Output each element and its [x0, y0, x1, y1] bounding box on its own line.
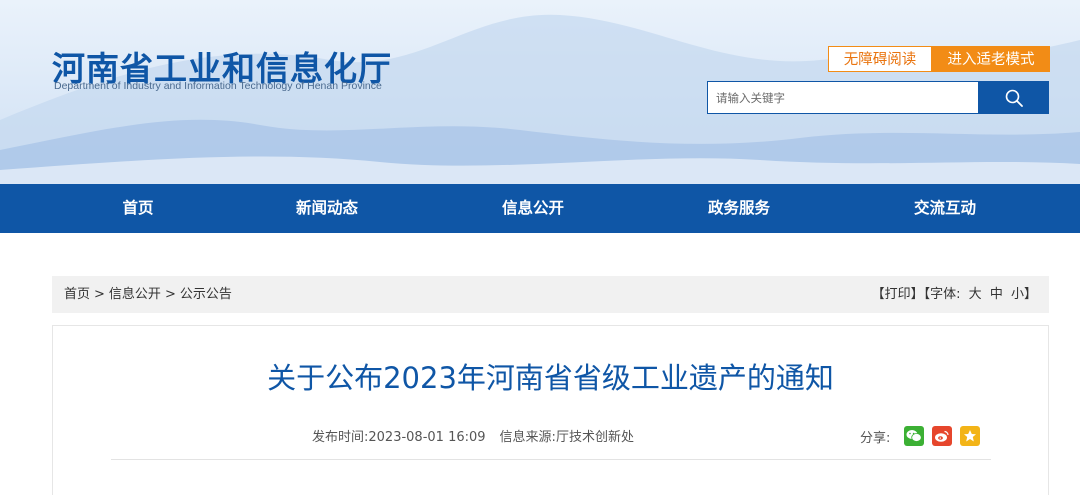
- source-label: 信息来源:: [499, 430, 556, 445]
- publish-time: 2023-08-01 16:09: [368, 430, 486, 445]
- font-small-button[interactable]: 小: [1011, 287, 1024, 302]
- site-subtitle: Department of Industry and Information T…: [54, 80, 382, 92]
- font-size-suffix: 】: [1023, 287, 1037, 302]
- star-icon: [964, 430, 977, 442]
- search-icon: [1005, 89, 1023, 107]
- breadcrumb-separator: >: [164, 287, 176, 302]
- nav-item-interaction[interactable]: 交流互动: [914, 184, 976, 233]
- article-title: 关于公布2023年河南省省级工业遗产的通知: [267, 361, 834, 395]
- nav-item-gov-services[interactable]: 政务服务: [708, 184, 770, 233]
- breadcrumb: 首页 > 信息公开 > 公示公告: [64, 276, 232, 313]
- nav-item-home[interactable]: 首页: [122, 184, 153, 233]
- wechat-icon: [906, 430, 923, 442]
- site-header: 河南省工业和信息化厅 Department of Industry and In…: [0, 0, 1080, 184]
- share-bar: 分享:: [860, 425, 981, 447]
- qzone-share-button[interactable]: [960, 426, 981, 446]
- source-value: 厅技术创新处: [555, 430, 634, 445]
- accessible-reading-button[interactable]: 无障碍阅读: [828, 46, 932, 72]
- font-large-button[interactable]: 大: [969, 287, 982, 302]
- weibo-icon: [935, 430, 949, 442]
- nav-item-info-disclosure[interactable]: 信息公开: [502, 184, 564, 233]
- search-button[interactable]: [978, 81, 1049, 114]
- breadcrumb-item-home[interactable]: 首页: [64, 287, 90, 302]
- breadcrumb-separator: >: [94, 287, 105, 302]
- share-label: 分享:: [860, 430, 891, 446]
- publish-time-label: 发布时间:: [312, 430, 369, 445]
- nav-item-news[interactable]: 新闻动态: [296, 184, 358, 233]
- search-box: [707, 81, 1049, 114]
- article-panel: 关于公布2023年河南省省级工业遗产的通知 发布时间:2023-08-01 16…: [52, 325, 1049, 495]
- search-input[interactable]: [708, 82, 978, 113]
- elderly-mode-button[interactable]: 进入适老模式: [932, 46, 1050, 72]
- font-size-label: 【字体:: [923, 287, 961, 302]
- print-button[interactable]: 【打印】: [872, 287, 924, 302]
- breadcrumb-item-announcements[interactable]: 公示公告: [180, 287, 232, 302]
- page-tools: 【打印】【字体: 大 中 小】: [872, 276, 1037, 313]
- font-medium-button[interactable]: 中: [990, 287, 1003, 302]
- breadcrumb-bar: 首页 > 信息公开 > 公示公告 【打印】【字体: 大 中 小】: [52, 276, 1049, 313]
- breadcrumb-item-info-disclosure[interactable]: 信息公开: [109, 287, 161, 302]
- main-nav: 首页 新闻动态 信息公开 政务服务 交流互动: [0, 184, 1080, 233]
- weibo-share-button[interactable]: [932, 426, 953, 446]
- article-meta: 发布时间:2023-08-01 16:09 信息来源:厅技术创新处: [312, 426, 634, 445]
- meta-divider: [111, 459, 991, 460]
- wechat-share-button[interactable]: [904, 426, 925, 446]
